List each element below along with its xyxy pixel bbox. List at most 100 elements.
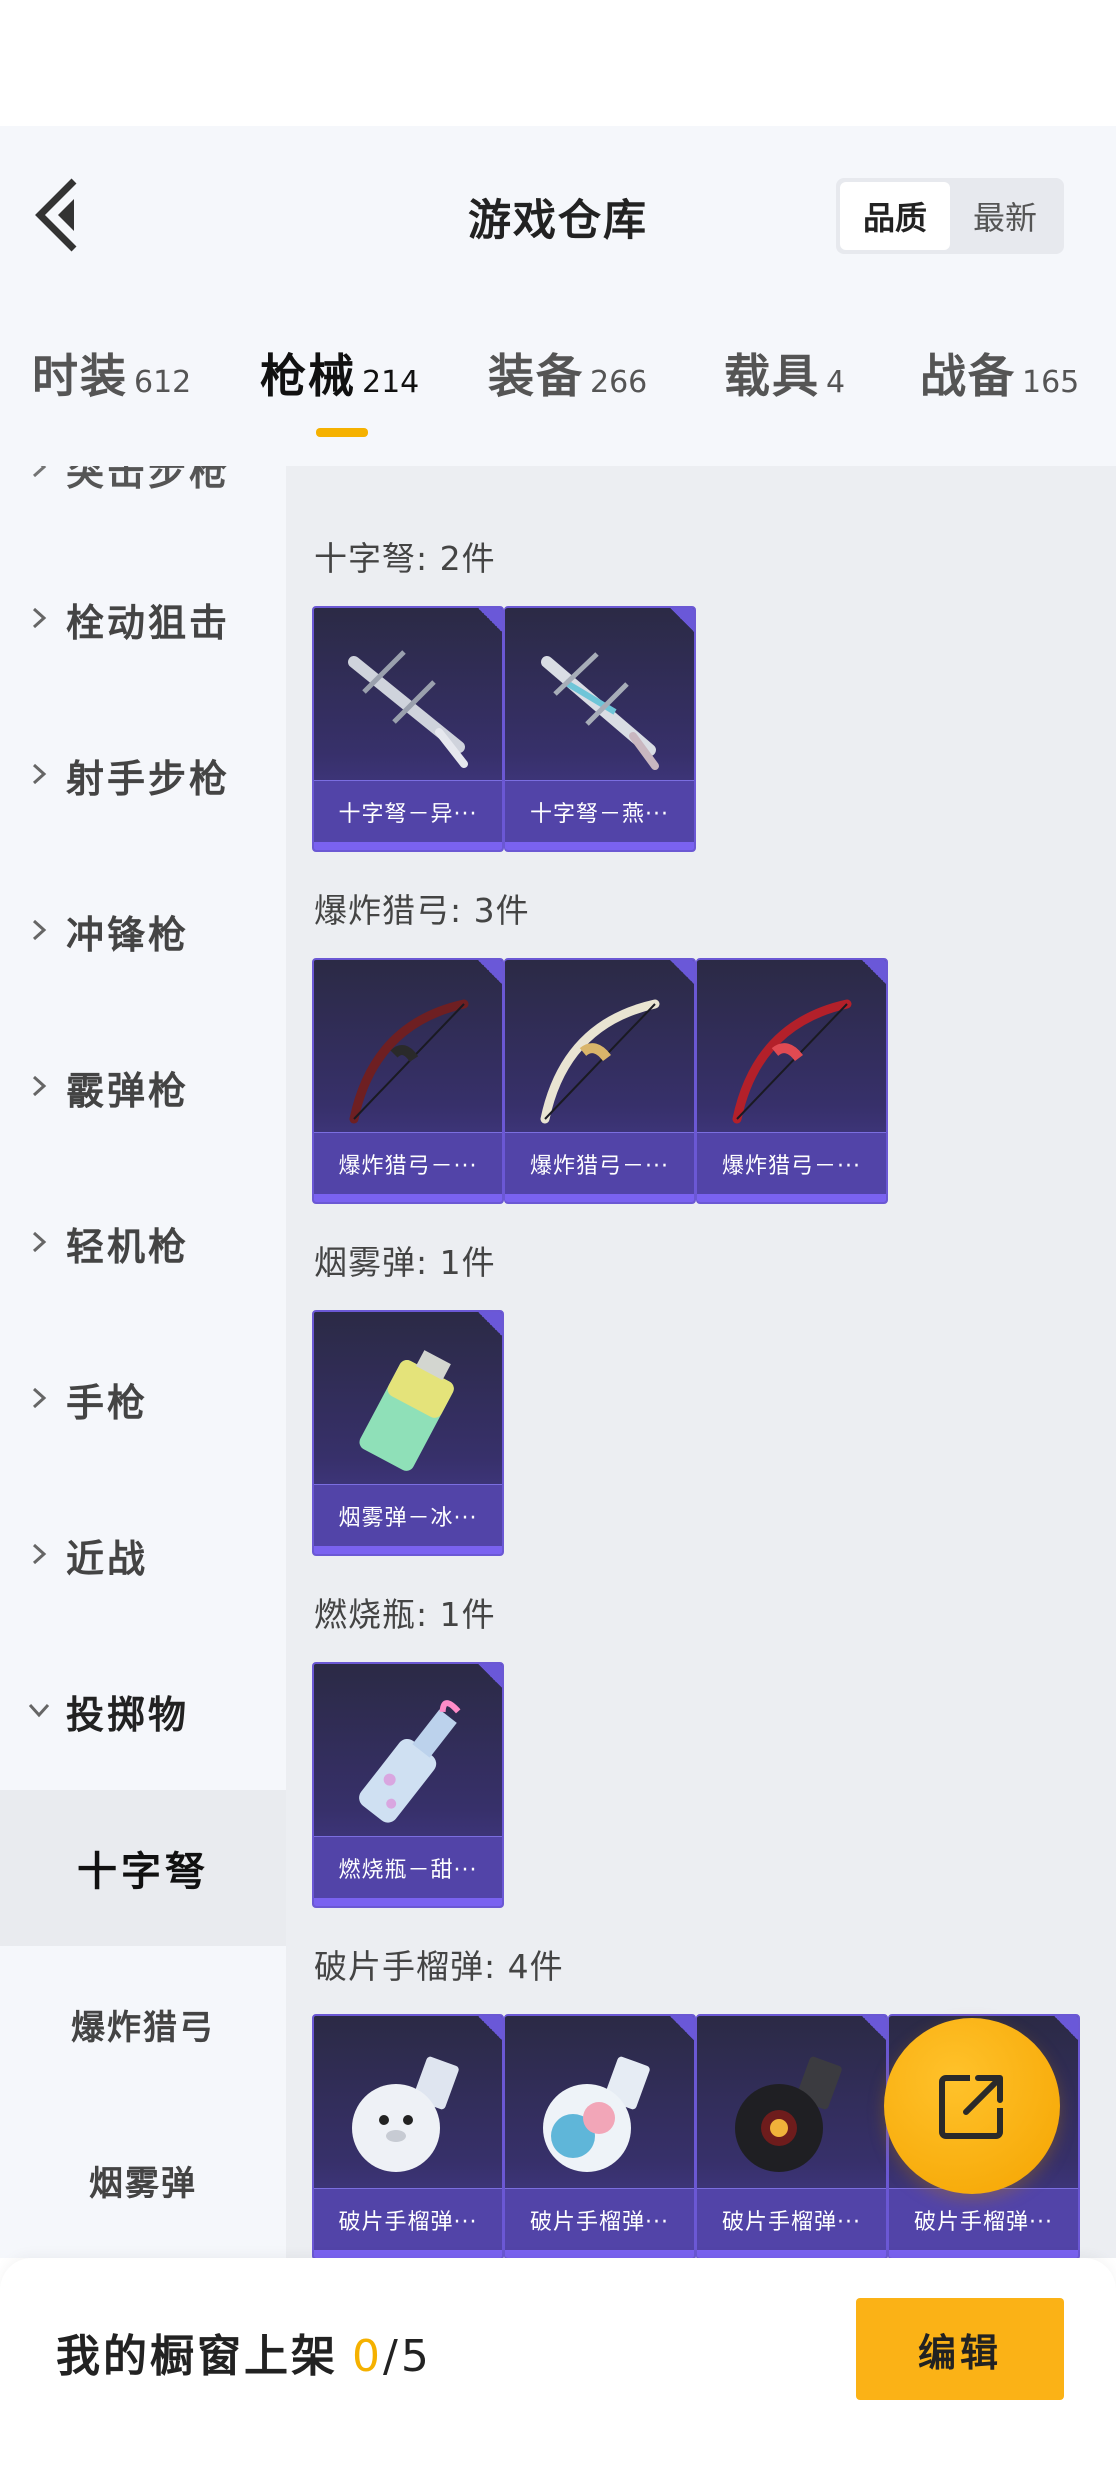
item-name-bar: 爆炸猎弓－···	[697, 1132, 886, 1194]
sidebar-item-shotgun[interactable]: 霰弹枪	[0, 1057, 286, 1117]
item-name-bar: 破片手榴弹···	[505, 2188, 694, 2250]
sidebar-subitem-smoke-grenade[interactable]: 烟雾弹	[0, 2102, 286, 2258]
chevron-right-icon	[32, 1387, 47, 1409]
tab-label: 载具	[724, 349, 820, 403]
item-card[interactable]: 破片手榴弹···	[312, 2014, 504, 2258]
showcase-status: 我的橱窗上架 0 /5	[56, 2320, 432, 2384]
tab-count: 214	[362, 365, 420, 400]
showcase-label: 我的橱窗上架	[56, 2331, 338, 2382]
sidebar-item-label: 射手步枪	[66, 756, 231, 801]
sidebar-item-smg[interactable]: 冲锋枪	[0, 901, 286, 961]
tab-fashion[interactable]: 时装 612	[32, 340, 191, 406]
item-name: 十字弩－燕···	[530, 801, 669, 827]
item-name-bar: 破片手榴弹···	[314, 2188, 502, 2250]
tab-label: 枪械	[260, 349, 356, 403]
frag-grenade-image	[735, 2056, 842, 2172]
sidebar-item-throwables[interactable]: 投掷物	[0, 1681, 286, 1741]
sidebar-item-label: 霰弹枪	[66, 1068, 190, 1113]
section-title: 爆炸猎弓: 3件	[314, 891, 530, 930]
item-card[interactable]: 十字弩－异···	[312, 606, 504, 852]
item-name-bar: 燃烧瓶－甜···	[314, 1836, 502, 1898]
corner-decoration	[1038, 2016, 1078, 2056]
sidebar-subitem-explosive-bow[interactable]: 爆炸猎弓	[0, 1946, 286, 2102]
item-card[interactable]: 烟雾弹－冰···	[312, 1310, 504, 1556]
item-card[interactable]: 爆炸猎弓－···	[312, 958, 504, 1204]
crossbow-image	[541, 652, 659, 770]
item-card[interactable]: 爆炸猎弓－···	[504, 958, 696, 1204]
rarity-strip	[314, 2250, 502, 2258]
sidebar-item-label: 手枪	[66, 1380, 149, 1425]
item-card[interactable]: 十字弩－燕···	[504, 606, 696, 852]
active-tab-indicator	[316, 428, 368, 437]
section-title: 烟雾弹: 1件	[314, 1243, 496, 1282]
sort-newest-button[interactable]: 最新	[950, 182, 1060, 250]
sidebar-item-bolt-sniper[interactable]: 栓动狙击	[0, 589, 286, 649]
tab-vehicles[interactable]: 载具 4	[724, 340, 845, 406]
item-card[interactable]: 燃烧瓶－甜···	[312, 1662, 504, 1908]
item-card[interactable]: 爆炸猎弓－···	[696, 958, 888, 1204]
tab-label: 装备	[488, 349, 584, 403]
sort-quality-button[interactable]: 品质	[840, 182, 950, 250]
bow-image	[349, 999, 469, 1124]
tab-firearms[interactable]: 枪械 214	[260, 340, 419, 406]
sidebar-item-lmg[interactable]: 轻机枪	[0, 1213, 286, 1273]
molotov-image	[359, 1700, 461, 1823]
chevron-right-icon	[32, 1075, 47, 1097]
status-bar	[0, 0, 1116, 126]
item-name: 破片手榴弹···	[914, 2209, 1053, 2235]
sidebar-subitem-crossbow[interactable]: 十字弩	[0, 1790, 286, 1946]
tab-equipment[interactable]: 装备 266	[488, 340, 647, 406]
tab-supplies[interactable]: 战备 165	[920, 340, 1079, 406]
sidebar-item-pistol[interactable]: 手枪	[0, 1369, 286, 1429]
item-card[interactable]: 破片手榴弹···	[696, 2014, 888, 2258]
share-button[interactable]	[884, 2018, 1060, 2194]
item-name-bar: 爆炸猎弓－···	[505, 1132, 694, 1194]
item-grid: 十字弩: 2件 十字弩－异··· 十字弩－燕··· 爆炸猎弓: 3件 爆炸猎弓－…	[286, 466, 1116, 2258]
sidebar-item-assault-rifle[interactable]: 突击步枪	[0, 466, 286, 498]
frag-grenade-image	[543, 2056, 650, 2172]
share-icon	[939, 2075, 1003, 2139]
showcase-total-count: /5	[383, 2331, 432, 2382]
item-name: 爆炸猎弓－···	[530, 1153, 669, 1179]
items-row: 十字弩－异··· 十字弩－燕···	[312, 606, 696, 852]
sidebar-item-label: 突击步枪	[66, 466, 231, 494]
chevron-right-icon	[32, 607, 47, 629]
chevron-down-icon	[28, 1703, 50, 1718]
edit-button[interactable]: 编辑	[856, 2298, 1064, 2400]
item-name: 燃烧瓶－甜···	[338, 1857, 478, 1883]
bow-image	[540, 999, 660, 1124]
tab-count: 4	[826, 365, 846, 400]
tab-label: 战备	[920, 349, 1016, 403]
tab-count: 165	[1022, 365, 1080, 400]
smoke-grenade-image	[359, 1350, 454, 1471]
sidebar-item-label: 投掷物	[66, 1692, 190, 1737]
chevron-right-icon	[32, 763, 47, 785]
section-title: 十字弩: 2件	[314, 539, 496, 578]
items-row: 烟雾弹－冰···	[312, 1310, 504, 1556]
item-name: 破片手榴弹···	[338, 2209, 478, 2235]
sidebar-item-melee[interactable]: 近战	[0, 1525, 286, 1585]
sidebar-item-marksman-rifle[interactable]: 射手步枪	[0, 745, 286, 805]
bow-image	[732, 999, 852, 1124]
sidebar-item-label: 近战	[66, 1536, 149, 1581]
item-card[interactable]: 破片手榴弹···	[504, 2014, 696, 2258]
chevron-right-icon	[32, 1231, 47, 1253]
section-title: 燃烧瓶: 1件	[314, 1595, 496, 1634]
item-name: 爆炸猎弓－···	[338, 1153, 478, 1179]
rarity-strip	[889, 2250, 1078, 2258]
sidebar-item-label: 栓动狙击	[66, 600, 231, 645]
item-name-bar: 十字弩－异···	[314, 780, 502, 842]
rarity-strip	[314, 842, 502, 850]
rarity-strip	[505, 1194, 694, 1202]
item-name-bar: 破片手榴弹···	[697, 2188, 886, 2250]
rarity-strip	[505, 2250, 694, 2258]
items-row: 燃烧瓶－甜···	[312, 1662, 504, 1908]
frag-grenade-image	[352, 2056, 459, 2172]
item-name-bar: 破片手榴弹···	[889, 2188, 1078, 2250]
sidebar-item-label: 冲锋枪	[66, 912, 190, 957]
items-row: 爆炸猎弓－··· 爆炸猎弓－··· 爆炸猎弓－···	[312, 958, 888, 1204]
item-name: 烟雾弹－冰···	[338, 1505, 478, 1531]
rarity-strip	[314, 1546, 502, 1554]
item-name-bar: 十字弩－燕···	[505, 780, 694, 842]
chevron-right-icon	[32, 466, 47, 478]
